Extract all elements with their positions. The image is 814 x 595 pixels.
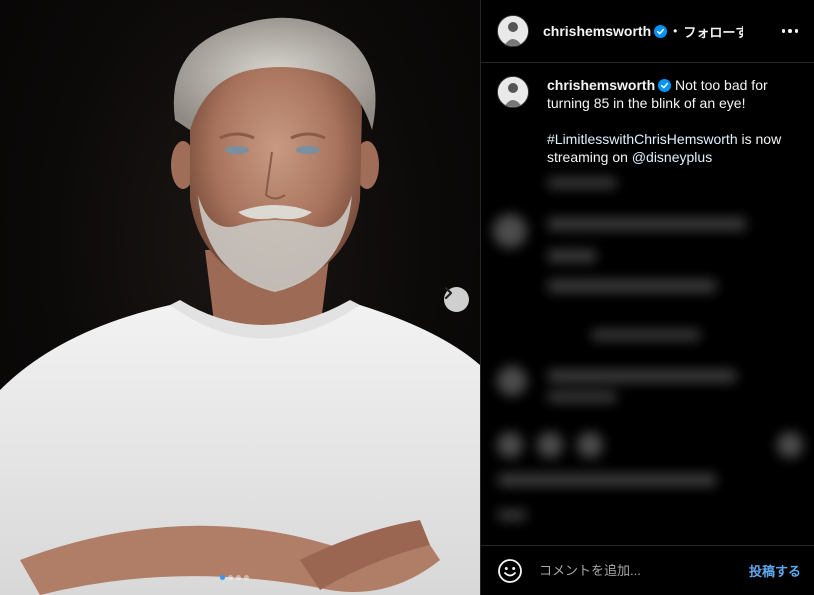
post-sidebar: chrishemsworth • フォローする (480, 0, 814, 595)
post-comment-button[interactable]: 投稿する (749, 561, 801, 580)
post-dialog: chrishemsworth • フォローする (0, 0, 814, 595)
blurred-comments (481, 170, 814, 548)
carousel-dot (244, 575, 249, 580)
avatar[interactable] (497, 15, 529, 47)
hashtag-link[interactable]: #LimitlesswithChrisHemsworth (547, 131, 738, 147)
comment-input[interactable] (537, 562, 749, 579)
post-media[interactable] (0, 0, 480, 595)
caption-username[interactable]: chrishemsworth (547, 77, 655, 93)
mention-link[interactable]: @disneyplus (632, 149, 712, 165)
carousel-dot (236, 575, 241, 580)
portrait-photo (0, 17, 480, 595)
chevron-right-icon (444, 287, 453, 299)
follow-button[interactable]: フォローする (683, 22, 743, 41)
next-slide-button[interactable] (444, 287, 469, 312)
separator-dot: • (673, 24, 678, 38)
post-caption: chrishemsworth Not too bad for turning 8… (497, 76, 800, 166)
avatar-image (498, 77, 528, 107)
header-username[interactable]: chrishemsworth (543, 23, 651, 39)
more-options-icon (781, 29, 785, 33)
more-options-icon (794, 29, 798, 33)
carousel-dot (220, 575, 225, 580)
carousel-indicator (220, 575, 249, 580)
comment-bar: 投稿する (481, 545, 814, 595)
carousel-dot (228, 575, 233, 580)
verified-badge-icon (654, 24, 668, 38)
more-options-button[interactable] (780, 23, 801, 39)
emoji-icon[interactable] (497, 558, 523, 584)
post-header: chrishemsworth • フォローする (481, 0, 814, 63)
caption-avatar[interactable] (497, 76, 529, 108)
avatar-image (498, 16, 528, 46)
more-options-icon (788, 29, 792, 33)
verified-badge-icon (658, 79, 672, 92)
caption-text: chrishemsworth Not too bad for turning 8… (547, 76, 787, 166)
